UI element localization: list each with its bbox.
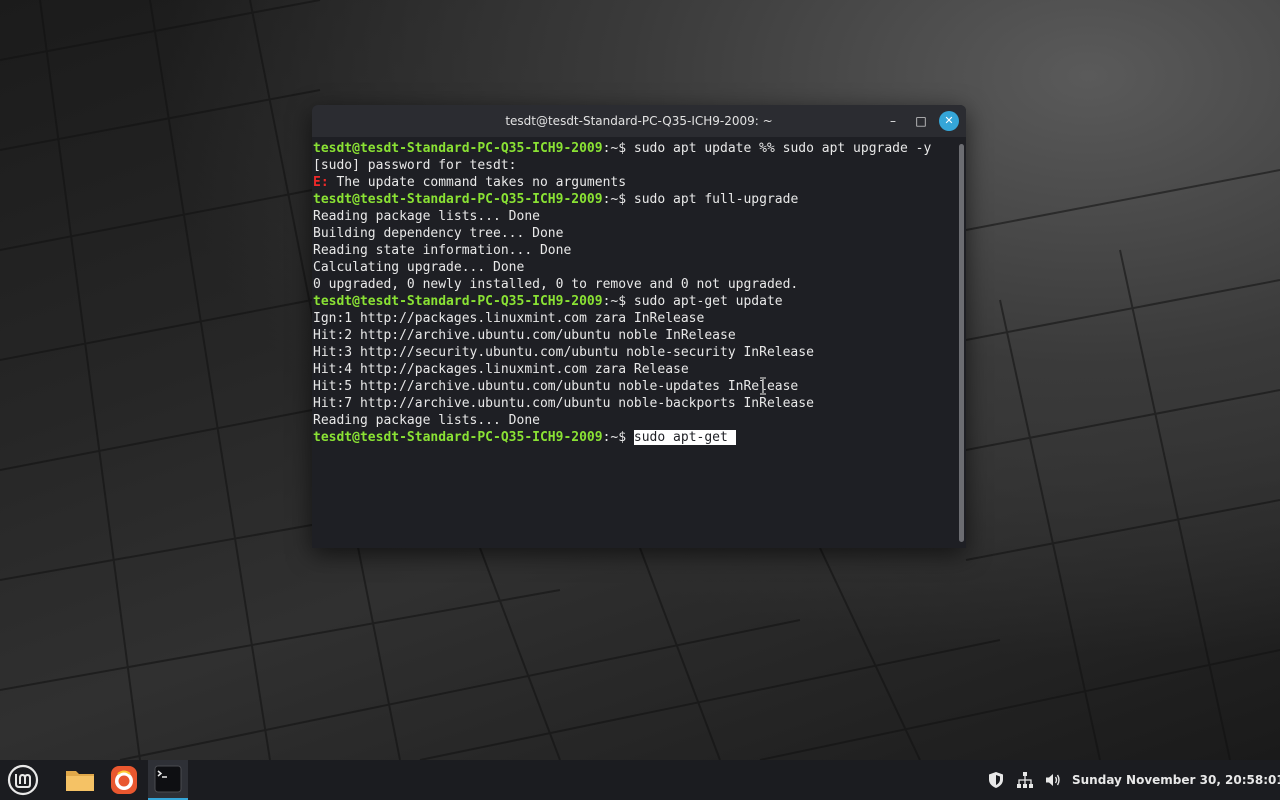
command-text: sudo apt-get update (633, 294, 783, 309)
output-text: Calculating upgrade... Done (313, 260, 525, 275)
output-text: Hit:3 http://security.ubuntu.com/ubuntu … (313, 345, 814, 360)
terminal-line: tesdt@tesdt-Standard-PC-Q35-ICH9-2009:~$… (313, 140, 931, 157)
volume-icon[interactable] (1044, 771, 1062, 789)
terminal-icon[interactable] (148, 760, 188, 800)
terminal-line: Hit:7 http://archive.ubuntu.com/ubuntu n… (313, 395, 931, 412)
terminal-line: Hit:4 http://packages.linuxmint.com zara… (313, 361, 931, 378)
prompt-suffix: :~$ (602, 430, 634, 445)
text-cursor-icon (760, 377, 766, 395)
prompt-user-host: tesdt@tesdt-Standard-PC-Q35-ICH9-2009 (313, 192, 603, 207)
terminal-line: Reading package lists... Done (313, 412, 931, 429)
terminal-output-area[interactable]: tesdt@tesdt-Standard-PC-Q35-ICH9-2009:~$… (312, 138, 957, 548)
output-text: Hit:4 http://packages.linuxmint.com zara… (313, 362, 689, 377)
terminal-line: Reading package lists... Done (313, 208, 931, 225)
terminal-input-line[interactable]: tesdt@tesdt-Standard-PC-Q35-ICH9-2009:~$… (313, 429, 931, 446)
prompt-user-host: tesdt@tesdt-Standard-PC-Q35-ICH9-2009 (313, 430, 603, 445)
linux-mint-menu-icon[interactable] (2, 760, 42, 800)
window-title: tesdt@tesdt-Standard-PC-Q35-ICH9-2009: ~ (505, 114, 773, 128)
prompt-suffix: :~$ (602, 192, 634, 207)
error-text: The update command takes no arguments (328, 175, 627, 190)
taskbar-clock[interactable]: Sunday November 30, 20:58:01 (1072, 760, 1280, 800)
folder-icon[interactable] (60, 760, 100, 800)
terminal-line: [sudo] password for tesdt: (313, 157, 931, 174)
terminal-line: Hit:3 http://security.ubuntu.com/ubuntu … (313, 344, 931, 361)
output-text: Hit:7 http://archive.ubuntu.com/ubuntu n… (313, 396, 814, 411)
terminal-line: Reading state information... Done (313, 242, 931, 259)
terminal-line: tesdt@tesdt-Standard-PC-Q35-ICH9-2009:~$… (313, 191, 931, 208)
firefox-icon[interactable] (104, 760, 144, 800)
command-text: sudo apt update %% sudo apt upgrade -y (633, 141, 932, 156)
output-text: 0 upgraded, 0 newly installed, 0 to remo… (313, 277, 799, 292)
maximize-button[interactable]: □ (911, 111, 931, 131)
terminal-line: E: The update command takes no arguments (313, 174, 931, 191)
prompt-suffix: :~$ (602, 141, 634, 156)
window-titlebar[interactable]: tesdt@tesdt-Standard-PC-Q35-ICH9-2009: ~… (312, 105, 966, 137)
terminal-scrollbar[interactable] (957, 138, 966, 548)
terminal-line: tesdt@tesdt-Standard-PC-Q35-ICH9-2009:~$… (313, 293, 931, 310)
error-label: E: (313, 175, 329, 190)
output-text: Hit:2 http://archive.ubuntu.com/ubuntu n… (313, 328, 736, 343)
output-text: Building dependency tree... Done (313, 226, 564, 241)
network-icon[interactable] (1016, 771, 1034, 789)
terminal-lines: tesdt@tesdt-Standard-PC-Q35-ICH9-2009:~$… (313, 140, 931, 446)
output-text: [sudo] password for tesdt: (313, 158, 517, 173)
close-button[interactable]: ✕ (939, 111, 959, 131)
output-text: Reading package lists... Done (313, 413, 540, 428)
prompt-user-host: tesdt@tesdt-Standard-PC-Q35-ICH9-2009 (313, 294, 603, 309)
terminal-line: Ign:1 http://packages.linuxmint.com zara… (313, 310, 931, 327)
terminal-line: Hit:2 http://archive.ubuntu.com/ubuntu n… (313, 327, 931, 344)
terminal-line: Hit:5 http://archive.ubuntu.com/ubuntu n… (313, 378, 931, 395)
terminal-line: 0 upgraded, 0 newly installed, 0 to remo… (313, 276, 931, 293)
terminal-window[interactable]: tesdt@tesdt-Standard-PC-Q35-ICH9-2009: ~… (312, 105, 966, 548)
shield-icon[interactable] (987, 771, 1005, 789)
prompt-user-host: tesdt@tesdt-Standard-PC-Q35-ICH9-2009 (313, 141, 603, 156)
output-text: Hit:5 http://archive.ubuntu.com/ubuntu n… (313, 379, 799, 394)
output-text: Reading package lists... Done (313, 209, 540, 224)
terminal-cursor (727, 430, 736, 445)
output-text: Reading state information... Done (313, 243, 572, 258)
terminal-line: Calculating upgrade... Done (313, 259, 931, 276)
output-text: Ign:1 http://packages.linuxmint.com zara… (313, 311, 705, 326)
minimize-button[interactable]: – (883, 111, 903, 131)
prompt-suffix: :~$ (602, 294, 634, 309)
terminal-line: Building dependency tree... Done (313, 225, 931, 242)
taskbar: Sunday November 30, 20:58:01 (0, 760, 1280, 800)
scrollbar-thumb[interactable] (959, 144, 964, 542)
current-command-input[interactable]: sudo apt-get (633, 430, 728, 445)
command-text: sudo apt full-upgrade (633, 192, 799, 207)
